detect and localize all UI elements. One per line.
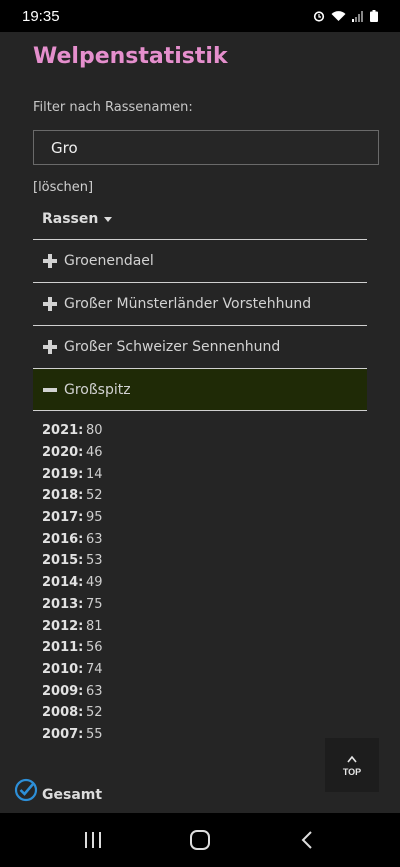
minus-icon — [42, 382, 58, 398]
stat-year: 2007: — [42, 726, 84, 742]
status-icons — [313, 7, 378, 26]
stat-year: 2018: — [42, 488, 84, 504]
breed-name: Großer Schweizer Sennenhund — [64, 339, 281, 355]
page-title: Welpenstatistik — [33, 44, 228, 69]
stat-value: 14 — [86, 466, 103, 482]
stat-year: 2015: — [42, 553, 84, 569]
stat-year: 2008: — [42, 705, 84, 721]
stat-value: 55 — [86, 726, 103, 742]
stat-row: 2021: 80 — [42, 420, 103, 442]
breed-row-grossspitz[interactable]: Großspitz — [33, 368, 367, 411]
stat-value: 81 — [86, 618, 103, 634]
stat-row: 2020: 46 — [42, 442, 103, 464]
breed-name: Groenendael — [64, 253, 154, 269]
stat-value: 80 — [86, 423, 103, 439]
stat-row: 2014: 49 — [42, 572, 103, 594]
stat-row: 2009: 63 — [42, 680, 103, 702]
recents-icon — [85, 832, 102, 848]
main-content: Welpenstatistik Filter nach Rassenamen: … — [0, 32, 400, 813]
total-label: Gesamt — [42, 787, 103, 803]
stat-value: 63 — [86, 531, 103, 547]
nav-bar — [0, 813, 400, 867]
stat-row: 2012: 81 — [42, 615, 103, 637]
stat-value: 95 — [86, 510, 103, 526]
breed-row-groenendael[interactable]: Groenendael — [33, 239, 367, 282]
breed-name: Großer Münsterländer Vorstehhund — [64, 296, 312, 312]
signal-icon — [352, 7, 364, 26]
stat-year: 2021: — [42, 423, 84, 439]
caret-down-icon — [104, 216, 113, 222]
stat-row: 2013: 75 — [42, 594, 103, 616]
stat-year: 2014: — [42, 575, 84, 591]
alarm-icon — [313, 7, 325, 26]
status-bar: 19:35 — [0, 0, 400, 32]
stat-row: 2008: 52 — [42, 702, 103, 724]
breed-list: Groenendael Großer Münsterländer Vorsteh… — [33, 239, 367, 411]
home-icon — [189, 830, 210, 850]
breed-header-label: Rassen — [42, 211, 99, 227]
stat-row: 2016: 63 — [42, 528, 103, 550]
scroll-top-button[interactable]: TOP — [325, 738, 379, 792]
stat-value: 52 — [86, 705, 103, 721]
home-button[interactable] — [180, 820, 220, 860]
stat-year: 2010: — [42, 661, 84, 677]
stat-year: 2013: — [42, 596, 84, 612]
stat-year: 2019: — [42, 466, 84, 482]
chevron-up-icon — [347, 755, 357, 762]
check-badge-icon[interactable] — [14, 778, 38, 802]
filter-input[interactable] — [33, 130, 379, 165]
stat-year: 2017: — [42, 510, 84, 526]
wifi-icon — [331, 7, 346, 26]
stat-year: 2011: — [42, 640, 84, 656]
stat-row: 2015: 53 — [42, 550, 103, 572]
breed-name: Großspitz — [64, 381, 131, 398]
stat-value: 63 — [86, 683, 103, 699]
battery-icon — [370, 7, 378, 26]
top-label: TOP — [342, 766, 362, 777]
stat-row: 2019: 14 — [42, 463, 103, 485]
clear-link[interactable]: [löschen] — [33, 180, 93, 195]
breed-row-grosser-muensterlaender[interactable]: Großer Münsterländer Vorstehhund — [33, 282, 367, 325]
stat-row: 2018: 52 — [42, 485, 103, 507]
breed-sort-header[interactable]: Rassen — [42, 211, 113, 227]
stat-value: 53 — [86, 553, 103, 569]
plus-icon — [42, 253, 58, 269]
stat-year: 2016: — [42, 531, 84, 547]
stat-year: 2012: — [42, 618, 84, 634]
stat-row: 2010: 74 — [42, 659, 103, 681]
recents-button[interactable] — [73, 820, 113, 860]
stat-value: 52 — [86, 488, 103, 504]
plus-icon — [42, 296, 58, 312]
breed-row-grosser-schweizer-sennenhund[interactable]: Großer Schweizer Sennenhund — [33, 325, 367, 368]
stat-row: 2017: 95 — [42, 507, 103, 529]
stat-value: 46 — [86, 445, 103, 461]
stat-row: 2011: 56 — [42, 637, 103, 659]
stat-value: 74 — [86, 661, 103, 677]
filter-label: Filter nach Rassenamen: — [33, 100, 193, 115]
plus-icon — [42, 339, 58, 355]
stat-value: 75 — [86, 596, 103, 612]
year-stats: 2021: 80 2020: 46 2019: 14 2018: 52 2017: 95 … — [42, 420, 103, 745]
status-time: 19:35 — [22, 7, 60, 25]
stat-value: 49 — [86, 575, 103, 591]
back-icon — [301, 831, 312, 849]
back-button[interactable] — [287, 820, 327, 860]
stat-row: 2007: 55 — [42, 724, 103, 746]
stat-year: 2020: — [42, 445, 84, 461]
stat-year: 2009: — [42, 683, 84, 699]
stat-value: 56 — [86, 640, 103, 656]
